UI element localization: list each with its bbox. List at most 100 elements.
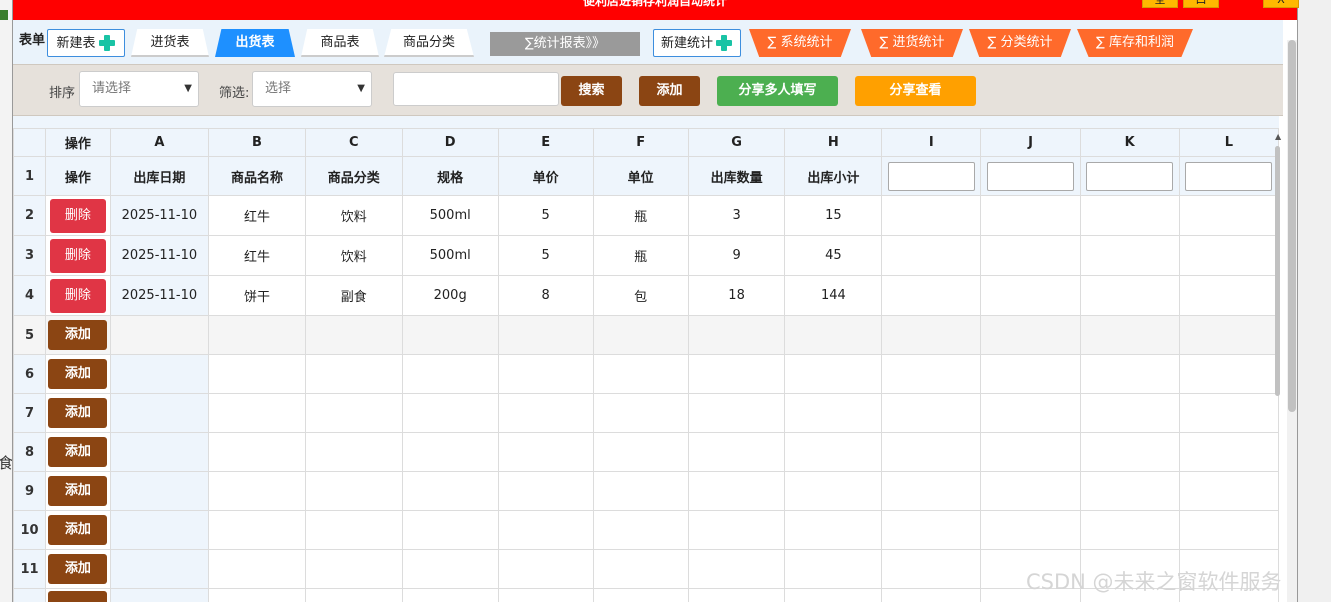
table-cell[interactable] <box>592 471 689 511</box>
table-cell[interactable] <box>784 510 883 550</box>
table-cell[interactable] <box>592 549 689 589</box>
table-cell[interactable] <box>784 354 883 394</box>
table-cell[interactable] <box>208 510 306 550</box>
table-cell[interactable] <box>881 549 982 589</box>
column-letter[interactable]: A <box>109 128 210 157</box>
add-row-button[interactable]: 添加 <box>48 320 108 350</box>
table-cell[interactable] <box>687 588 786 602</box>
table-cell[interactable] <box>1079 471 1180 511</box>
table-cell[interactable] <box>208 471 306 511</box>
tab-inventory-profit[interactable]: ∑ 库存和利润 <box>1077 29 1193 57</box>
table-cell[interactable] <box>980 235 1081 276</box>
table-cell[interactable] <box>784 588 883 602</box>
table-cell[interactable] <box>980 393 1081 433</box>
column-letter[interactable]: 操作 <box>45 128 111 157</box>
header-input[interactable] <box>1185 161 1273 191</box>
table-cell[interactable] <box>1178 432 1279 472</box>
table-cell[interactable]: 2025-11-10 <box>109 275 210 316</box>
table-cell[interactable] <box>497 471 594 511</box>
table-cell[interactable] <box>881 195 982 236</box>
table-cell[interactable] <box>401 315 499 355</box>
table-cell[interactable]: 500ml <box>401 195 499 236</box>
table-cell[interactable]: 45 <box>784 235 883 276</box>
close-button[interactable]: X <box>1263 0 1299 8</box>
table-cell[interactable] <box>881 235 982 276</box>
table-cell[interactable] <box>208 354 306 394</box>
table-cell[interactable]: 饼干 <box>208 275 306 316</box>
table-cell[interactable]: 2025-11-10 <box>109 235 210 276</box>
table-cell[interactable] <box>592 588 689 602</box>
sort-select[interactable]: 请选择 ▼ <box>79 71 199 107</box>
table-cell[interactable] <box>401 510 499 550</box>
table-cell[interactable] <box>687 432 786 472</box>
delete-button[interactable]: 删除 <box>49 238 106 273</box>
table-cell[interactable] <box>109 471 210 511</box>
table-cell[interactable] <box>497 393 594 433</box>
table-cell[interactable] <box>687 315 786 355</box>
tab-categories[interactable]: 商品分类 <box>384 29 474 57</box>
table-cell[interactable] <box>1178 471 1279 511</box>
table-cell[interactable] <box>980 354 1081 394</box>
share-fill-button[interactable]: 分享多人填写 <box>717 76 838 106</box>
table-cell[interactable] <box>497 315 594 355</box>
table-cell[interactable]: 200g <box>401 275 499 316</box>
table-cell[interactable] <box>980 471 1081 511</box>
fullscreen-button[interactable]: 全 <box>1142 0 1178 8</box>
search-button[interactable]: 搜索 <box>561 76 622 106</box>
table-cell[interactable] <box>401 549 499 589</box>
table-cell[interactable]: 144 <box>784 275 883 316</box>
table-cell[interactable]: 18 <box>687 275 786 316</box>
table-cell[interactable] <box>304 471 403 511</box>
table-cell[interactable] <box>784 432 883 472</box>
table-cell[interactable] <box>881 510 982 550</box>
column-header[interactable]: 规格 <box>401 156 499 196</box>
header-input[interactable] <box>887 161 975 191</box>
table-cell[interactable] <box>304 315 403 355</box>
table-cell[interactable] <box>1079 235 1180 276</box>
column-letter[interactable]: J <box>980 128 1081 157</box>
table-cell[interactable] <box>109 510 210 550</box>
table-cell[interactable] <box>881 588 982 602</box>
table-cell[interactable] <box>592 510 689 550</box>
table-cell[interactable] <box>497 588 594 602</box>
table-cell[interactable] <box>401 354 499 394</box>
table-cell[interactable] <box>1178 275 1279 316</box>
tab-new-table[interactable]: 新建表 <box>47 29 125 57</box>
table-cell[interactable]: 2025-11-10 <box>109 195 210 236</box>
column-letter[interactable]: H <box>784 128 883 157</box>
table-cell[interactable] <box>109 588 210 602</box>
tab-outbound[interactable]: 出货表 <box>215 29 295 57</box>
table-cell[interactable]: 瓶 <box>592 195 689 236</box>
table-cell[interactable] <box>401 471 499 511</box>
table-cell[interactable]: 5 <box>497 195 594 236</box>
table-cell[interactable]: 9 <box>687 235 786 276</box>
tab-category-stats[interactable]: ∑ 分类统计 <box>969 29 1071 57</box>
table-cell[interactable] <box>592 393 689 433</box>
window-scrollbar[interactable] <box>1287 40 1297 602</box>
table-cell[interactable] <box>592 315 689 355</box>
table-cell[interactable] <box>208 549 306 589</box>
table-cell[interactable] <box>687 549 786 589</box>
table-cell[interactable] <box>304 588 403 602</box>
table-cell[interactable] <box>1079 393 1180 433</box>
column-header[interactable]: 出库小计 <box>784 156 883 196</box>
table-cell[interactable] <box>304 549 403 589</box>
window-scroll-thumb[interactable] <box>1288 40 1296 412</box>
table-cell[interactable] <box>208 432 306 472</box>
table-cell[interactable] <box>497 354 594 394</box>
table-cell[interactable] <box>401 393 499 433</box>
table-cell[interactable] <box>109 393 210 433</box>
maximize-button[interactable]: 口 <box>1183 0 1219 8</box>
table-cell[interactable]: 5 <box>497 235 594 276</box>
header-input[interactable] <box>1086 161 1174 191</box>
table-cell[interactable] <box>980 432 1081 472</box>
delete-button[interactable]: 删除 <box>49 198 106 233</box>
filter-select[interactable]: 选择 ▼ <box>252 71 372 107</box>
grid-scroll-thumb[interactable] <box>1275 146 1280 396</box>
column-header[interactable]: 商品名称 <box>208 156 306 196</box>
table-cell[interactable] <box>109 432 210 472</box>
table-cell[interactable] <box>497 510 594 550</box>
table-cell[interactable] <box>881 354 982 394</box>
table-cell[interactable] <box>592 354 689 394</box>
table-cell[interactable] <box>784 315 883 355</box>
